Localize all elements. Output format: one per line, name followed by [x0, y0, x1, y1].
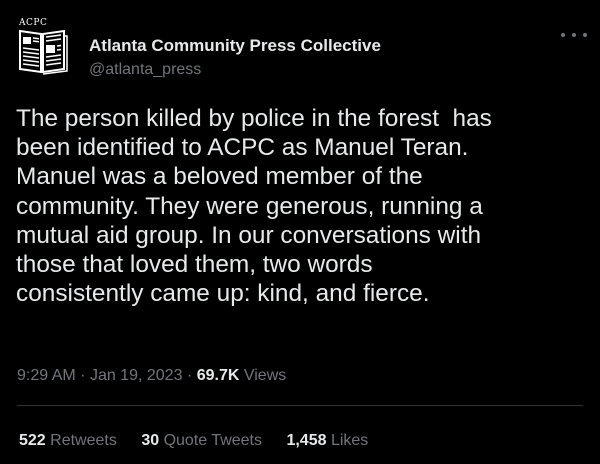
likes-count: 1,458: [286, 432, 327, 449]
tweet-text-line: those that loved them, two words: [16, 251, 373, 279]
tweet-date[interactable]: Jan 19, 2023: [90, 367, 183, 384]
tweet-text-line: consistently came up: kind, and fierce.: [16, 280, 430, 308]
tweet-meta: 9:29 AM · Jan 19, 2023 · 69.7K Views: [17, 367, 286, 385]
tweet-text-line: been identified to ACPC as Manuel Teran.: [16, 134, 469, 162]
tweet-header: ACPC Atlanta Community Press Collective …: [17, 16, 587, 79]
display-name[interactable]: Atlanta Community Press Collective: [89, 36, 381, 56]
svg-text:ACPC: ACPC: [18, 18, 47, 28]
engagement-stats: 522 Retweets 30 Quote Tweets 1,458 Likes: [19, 432, 388, 450]
views-label: Views: [243, 367, 287, 384]
quote-tweets-label: Quote Tweets: [163, 432, 262, 449]
meta-separator: ·: [186, 367, 193, 384]
meta-separator: ·: [80, 367, 86, 384]
avatar[interactable]: ACPC: [17, 16, 69, 76]
account-handle[interactable]: @atlanta_press: [89, 61, 201, 79]
tweet-text: The person killed by police in the fores…: [16, 104, 588, 308]
tweet-text-line: community. They were generous, running a: [16, 192, 483, 220]
retweets-label: Retweets: [50, 432, 117, 449]
newspaper-logo-icon: ACPC: [18, 18, 68, 75]
retweets-count: 522: [19, 432, 46, 449]
tweet-time[interactable]: 9:29 AM: [17, 367, 76, 384]
tweet-text-line: mutual aid group. In our conversations w…: [16, 221, 482, 249]
likes-stat[interactable]: 1,458 Likes: [286, 432, 368, 450]
more-dot: [572, 33, 576, 37]
tweet-text-line: The person killed by police in the fores…: [16, 105, 492, 132]
quote-tweets-count: 30: [141, 432, 160, 449]
more-options-icon[interactable]: [561, 27, 587, 43]
tweet-text-line: Manuel was a beloved member of the: [16, 163, 423, 191]
likes-label: Likes: [330, 432, 369, 449]
quote-tweets-stat[interactable]: 30 Quote Tweets: [141, 432, 262, 450]
more-dot: [561, 33, 565, 37]
divider: [17, 405, 583, 406]
retweets-stat[interactable]: 522 Retweets: [19, 432, 117, 450]
more-dot: [583, 33, 587, 37]
views-count: 69.7K: [196, 367, 240, 384]
